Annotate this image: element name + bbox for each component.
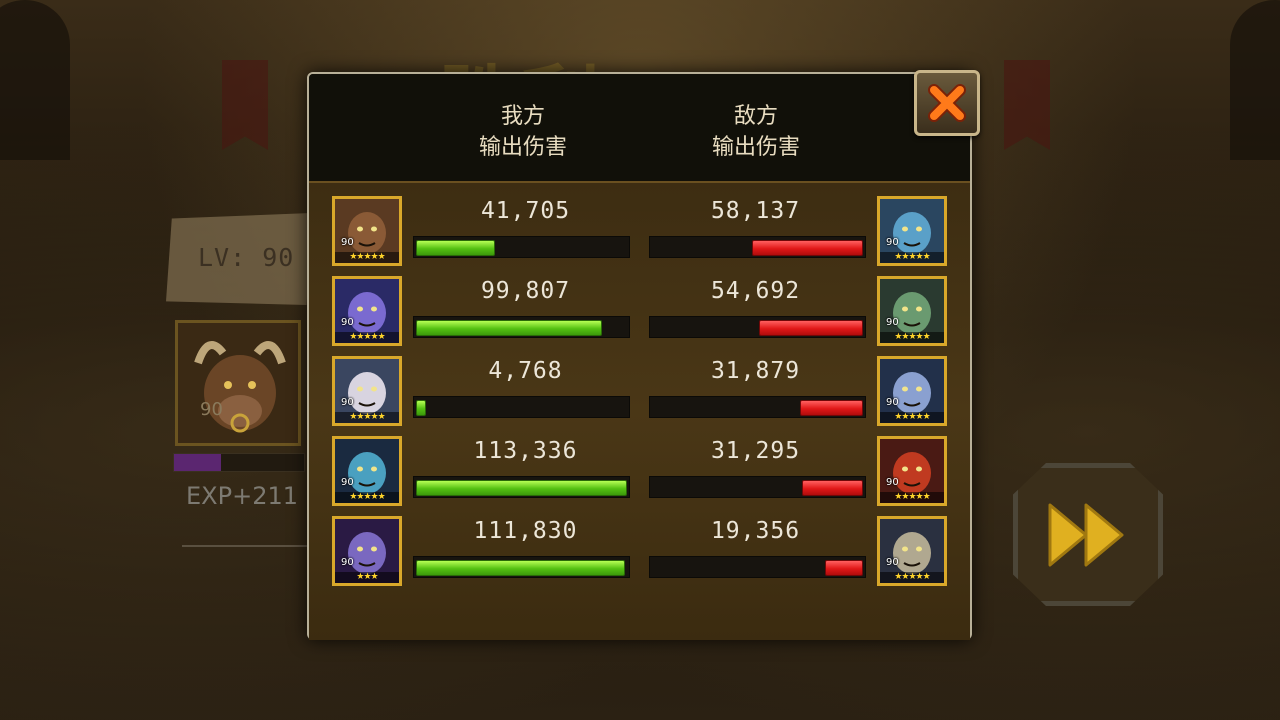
fast-forward-button[interactable] — [1013, 463, 1163, 606]
background-hero-portrait: 90 — [175, 320, 301, 446]
enemy-damage-bar — [649, 236, 866, 258]
enemy-hero-level: 90 — [886, 397, 899, 408]
enemy-hero-level: 90 — [886, 317, 899, 328]
enemy-hero-stars: ★★★★★ — [880, 332, 944, 343]
our-hero-stars: ★★★★★ — [335, 252, 399, 263]
our-damage-bar-fill — [416, 560, 625, 576]
our-damage-bar — [413, 396, 630, 418]
our-hero-stars: ★★★ — [335, 572, 399, 583]
our-damage-bar-fill — [416, 480, 627, 496]
our-hero-portrait[interactable]: 90 ★★★★★ — [332, 276, 402, 346]
background-banner — [1004, 60, 1050, 150]
our-hero-portrait[interactable]: 90 ★★★★★ — [332, 436, 402, 506]
enemy-hero-level: 90 — [886, 557, 899, 568]
enemy-damage-bar-fill — [800, 400, 863, 416]
enemy-hero-level: 90 — [886, 237, 899, 248]
our-hero-level: 90 — [341, 397, 354, 408]
close-button[interactable] — [914, 70, 980, 136]
fast-forward-icon — [1048, 503, 1124, 567]
enemy-damage-value: 31,295 — [710, 438, 801, 464]
level-label: LV: 90 — [198, 243, 295, 272]
our-hero-stars: ★★★★★ — [335, 412, 399, 423]
enemy-damage-bar — [649, 396, 866, 418]
enemy-header-line1: 敌方 — [733, 104, 778, 129]
our-hero-level: 90 — [341, 477, 354, 488]
our-hero-level: 90 — [341, 317, 354, 328]
our-hero-level: 90 — [341, 237, 354, 248]
our-damage-value: 41,705 — [480, 198, 571, 224]
exp-label: EXP+211 — [186, 482, 298, 510]
enemy-damage-value: 54,692 — [710, 278, 801, 304]
our-hero-portrait[interactable]: 90 ★★★★★ — [332, 196, 402, 266]
background-hero-level: 90 — [200, 399, 223, 420]
our-damage-bar — [413, 556, 630, 578]
enemy-hero-portrait[interactable]: 90 ★★★★★ — [877, 356, 947, 426]
enemy-damage-bar-fill — [802, 480, 863, 496]
our-header-line1: 我方 — [500, 104, 545, 129]
enemy-damage-value: 31,879 — [710, 358, 801, 384]
exp-bar — [173, 453, 305, 472]
background-arch — [0, 0, 70, 160]
enemy-hero-stars: ★★★★★ — [880, 252, 944, 263]
our-header-line2: 输出伤害 — [478, 135, 567, 160]
dialog-body — [309, 181, 970, 640]
enemy-damage-value: 19,356 — [710, 518, 801, 544]
our-hero-level: 90 — [341, 557, 354, 568]
our-damage-value: 111,830 — [473, 518, 578, 544]
enemy-damage-bar-fill — [759, 320, 863, 336]
our-damage-bar — [413, 316, 630, 338]
enemy-damage-bar — [649, 476, 866, 498]
exp-bar-fill — [174, 454, 221, 471]
dialog-header — [309, 74, 970, 181]
enemy-hero-portrait[interactable]: 90 ★★★★★ — [877, 196, 947, 266]
damage-stats-dialog — [307, 72, 972, 640]
our-hero-portrait[interactable]: 90 ★★★ — [332, 516, 402, 586]
enemy-hero-stars: ★★★★★ — [880, 572, 944, 583]
our-damage-header: 我方 输出伤害 — [418, 101, 628, 163]
enemy-damage-bar — [649, 556, 866, 578]
enemy-hero-level: 90 — [886, 477, 899, 488]
divider — [182, 545, 307, 547]
enemy-hero-portrait[interactable]: 90 ★★★★★ — [877, 516, 947, 586]
our-damage-bar — [413, 236, 630, 258]
our-damage-bar-fill — [416, 400, 426, 416]
enemy-damage-header: 敌方 输出伤害 — [651, 101, 861, 163]
enemy-header-line2: 输出伤害 — [711, 135, 800, 160]
our-hero-portrait[interactable]: 90 ★★★★★ — [332, 356, 402, 426]
enemy-hero-portrait[interactable]: 90 ★★★★★ — [877, 436, 947, 506]
our-hero-stars: ★★★★★ — [335, 332, 399, 343]
enemy-hero-stars: ★★★★★ — [880, 492, 944, 503]
our-hero-stars: ★★★★★ — [335, 492, 399, 503]
enemy-damage-bar-fill — [752, 240, 863, 256]
enemy-damage-bar — [649, 316, 866, 338]
background-arch — [1230, 0, 1280, 160]
our-damage-bar-fill — [416, 320, 602, 336]
our-damage-value: 4,768 — [488, 358, 563, 384]
enemy-damage-bar-fill — [825, 560, 863, 576]
our-damage-bar — [413, 476, 630, 498]
enemy-damage-value: 58,137 — [710, 198, 801, 224]
our-damage-value: 113,336 — [473, 438, 578, 464]
our-damage-value: 99,807 — [480, 278, 571, 304]
our-damage-bar-fill — [416, 240, 495, 256]
background-banner — [222, 60, 268, 150]
enemy-hero-portrait[interactable]: 90 ★★★★★ — [877, 276, 947, 346]
enemy-hero-stars: ★★★★★ — [880, 412, 944, 423]
close-x-icon — [928, 84, 966, 122]
